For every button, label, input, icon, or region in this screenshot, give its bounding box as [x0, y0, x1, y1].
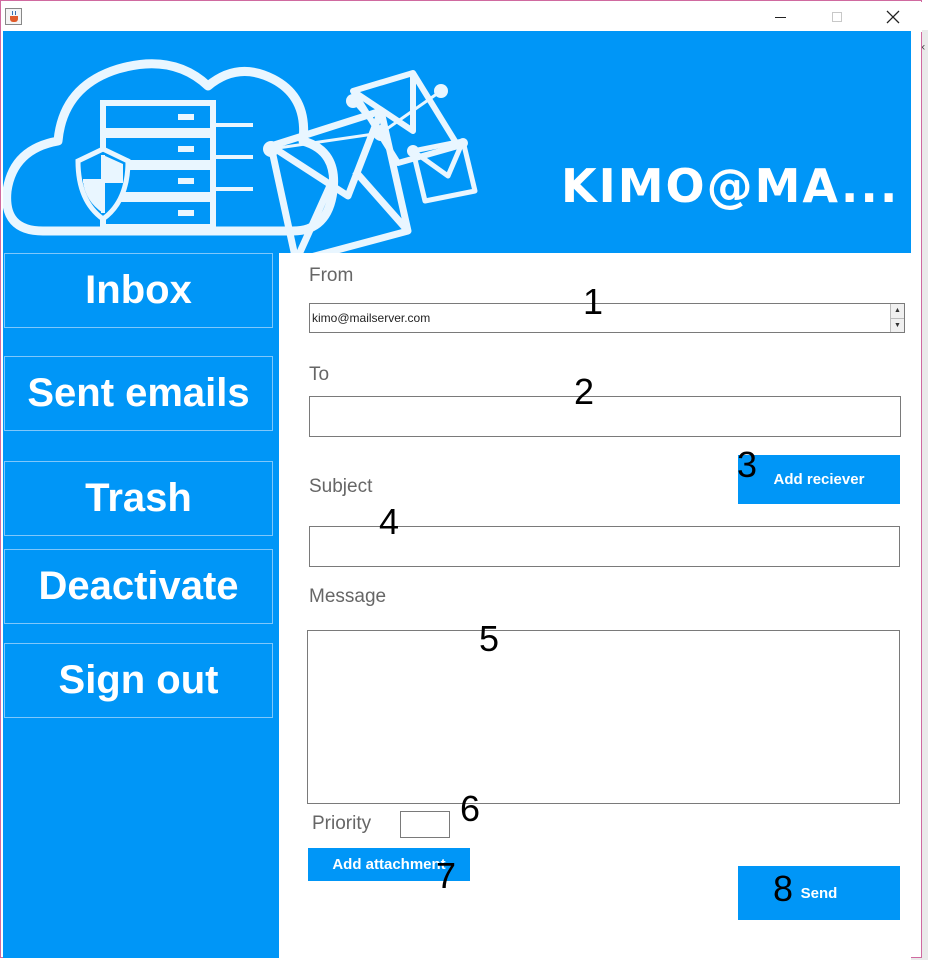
sidebar-item-sign-out[interactable]: Sign out: [4, 643, 273, 718]
java-app-icon: [5, 8, 22, 25]
spinner-down-icon[interactable]: ▼: [891, 317, 904, 332]
annotation-number-8: 8: [773, 868, 794, 909]
compose-panel: From kimo@mailserver.com ▲ ▼ To Add reci…: [279, 253, 911, 958]
header-banner: KIMO@MA...: [3, 31, 911, 253]
annotation-number-6: 6: [460, 788, 481, 829]
sidebar-item-trash[interactable]: Trash: [4, 461, 273, 536]
close-icon: [886, 10, 900, 24]
priority-label: Priority: [312, 813, 372, 834]
annotation-number-4: 4: [379, 501, 400, 542]
annotation-number-1: 1: [583, 281, 604, 322]
minimize-button[interactable]: [758, 2, 802, 32]
to-field[interactable]: [309, 396, 901, 437]
add-receiver-button[interactable]: Add reciever: [738, 455, 900, 504]
message-label: Message: [309, 586, 387, 607]
cloud-email-logo: [3, 59, 478, 253]
spinner-up-icon[interactable]: ▲: [891, 304, 904, 318]
maximize-icon: [832, 12, 842, 22]
annotation-number-3: 3: [737, 444, 758, 485]
annotation-number-5: 5: [479, 618, 500, 659]
close-button[interactable]: [871, 2, 915, 32]
sidebar-item-inbox[interactable]: Inbox: [4, 253, 273, 328]
annotation-number-7: 7: [436, 855, 457, 896]
mail-client-app: KIMO@MA... Inbox Sent emails Trash Deact…: [3, 31, 911, 958]
maximize-button[interactable]: [815, 2, 859, 32]
minimize-icon: [774, 16, 786, 18]
annotation-number-2: 2: [574, 371, 595, 412]
brand-title: KIMO@MA...: [561, 159, 900, 213]
send-button[interactable]: Send: [738, 866, 900, 920]
sidebar-item-sent-emails[interactable]: Sent emails: [4, 356, 273, 431]
priority-field[interactable]: [400, 811, 450, 838]
from-spinner[interactable]: ▲ ▼: [890, 304, 904, 332]
from-label: From: [309, 265, 354, 286]
subject-label: Subject: [309, 476, 373, 497]
shield-icon: [75, 146, 131, 223]
title-bar: [2, 2, 922, 32]
to-label: To: [309, 364, 330, 385]
from-field[interactable]: kimo@mailserver.com ▲ ▼: [309, 303, 905, 333]
sidebar-item-deactivate[interactable]: Deactivate: [4, 549, 273, 624]
message-textarea[interactable]: [307, 630, 900, 804]
